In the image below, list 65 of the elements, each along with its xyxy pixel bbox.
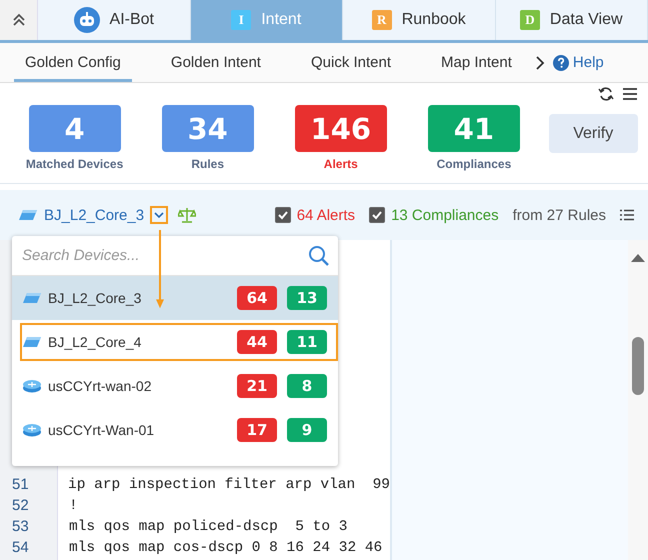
refresh-icon[interactable]: [598, 86, 614, 102]
device-item[interactable]: usCCYrt-Wan-01 17 9: [12, 408, 338, 452]
compliance-count: 8: [287, 374, 327, 398]
compliance-count: 13: [287, 286, 327, 310]
collapse-button[interactable]: [0, 0, 38, 40]
search-field[interactable]: Search Devices...: [20, 246, 308, 265]
stat-tile[interactable]: 146: [294, 105, 387, 152]
device-name: BJ_L2_Core_4: [48, 334, 142, 350]
switch-icon: [22, 335, 42, 349]
sub-tab[interactable]: Golden Intent: [160, 43, 272, 82]
menu-icon[interactable]: [622, 87, 638, 101]
tab-badge-icon: R: [372, 10, 392, 30]
router-icon: [22, 423, 42, 437]
alert-count: 64: [237, 286, 277, 310]
device-name: BJ_L2_Core_3: [48, 290, 142, 306]
checkmark-icon: [276, 209, 289, 221]
sub-tab[interactable]: Golden Config: [14, 43, 132, 82]
checkbox[interactable]: [274, 207, 291, 223]
help-link[interactable]: Help: [552, 54, 604, 71]
tab-badge-icon: I: [231, 10, 252, 30]
line-number: 54: [11, 539, 30, 556]
stat-label: Matched Devices: [26, 157, 124, 171]
dropdown-button[interactable]: [150, 206, 168, 224]
switch-icon: [18, 208, 38, 222]
line-number: 51: [11, 476, 30, 493]
stat-label: Rules: [191, 157, 224, 171]
chevron-right-icon[interactable]: [534, 56, 545, 70]
tab-badge-icon: D: [520, 10, 540, 30]
caret-icon: [154, 211, 164, 219]
router-icon: [22, 379, 42, 393]
help-icon: [552, 54, 569, 70]
switch-icon: [22, 291, 42, 305]
verify-button[interactable]: Verify: [548, 114, 638, 153]
sub-tab[interactable]: Map Intent: [430, 43, 523, 82]
device-item[interactable]: usCCYrt-wan-02 21 8: [12, 364, 338, 408]
scroll-thumb[interactable]: [632, 337, 644, 395]
filter-label: 13 Compliances: [391, 206, 499, 224]
compliance-count: 9: [287, 418, 327, 442]
alert-count: 17: [237, 418, 277, 442]
stat-label: Compliances: [436, 157, 512, 171]
sub-tab[interactable]: Quick Intent: [300, 43, 402, 82]
search-icon[interactable]: [308, 244, 330, 266]
alert-count: 44: [237, 330, 277, 354]
double-chevron-up-icon: [12, 13, 26, 27]
robot-icon: [74, 7, 100, 33]
code-line: mls qos map policed-dscp 5 to 3: [68, 518, 348, 534]
list-icon[interactable]: [620, 209, 634, 221]
device-name: usCCYrt-wan-02: [48, 378, 152, 394]
line-number: 52: [11, 497, 30, 514]
rules-summary: from 27 Rules: [512, 206, 606, 224]
code-line: ip arp inspection filter arp vlan 99: [67, 476, 390, 492]
filter-label: 64 Alerts: [296, 206, 356, 224]
device-item[interactable]: BJ_L2_Core_3 64 13: [12, 276, 338, 320]
code-line: !: [68, 498, 78, 514]
compliance-count: 11: [287, 330, 327, 354]
line-number: 53: [11, 518, 30, 535]
device-name: BJ_L2_Core_3: [44, 206, 144, 224]
checkmark-icon: [371, 209, 384, 221]
device-name: usCCYrt-Wan-01: [48, 422, 156, 438]
stat-label: Alerts: [324, 157, 358, 171]
code-line: mls qos map cos-dscp 0 8 16 24 32 46: [68, 540, 382, 556]
alert-count: 21: [237, 374, 277, 398]
checkbox[interactable]: [369, 207, 386, 223]
scrollbar[interactable]: [628, 240, 648, 560]
scroll-up-icon[interactable]: [631, 254, 645, 262]
